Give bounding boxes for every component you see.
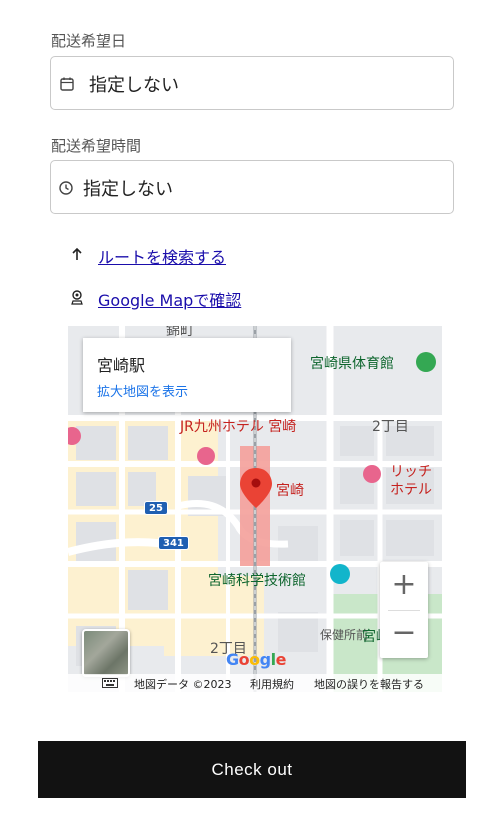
route-search-link[interactable]: ルートを検索する xyxy=(98,244,226,268)
zoom-in-button[interactable]: + xyxy=(380,562,428,610)
delivery-time-select[interactable]: 指定しない xyxy=(50,160,454,214)
google-logo: Google xyxy=(226,650,286,669)
delivery-time-label: 配送希望時間 xyxy=(51,137,142,155)
delivery-date-label: 配送希望日 xyxy=(51,32,127,50)
place-title: 宮崎駅 xyxy=(97,356,146,375)
map-attribution-bar: 地図データ ©2023 利用規約 地図の誤りを報告する xyxy=(68,674,442,692)
route-25-badge: 25 xyxy=(144,501,168,515)
embedded-map[interactable]: 25 341 錦町 宮崎県体育館 JR九州ホテル 宮崎 2丁目 リッチ ホテル … xyxy=(68,326,442,692)
zoom-out-button[interactable]: − xyxy=(380,610,428,658)
enlarge-map-link[interactable]: 拡大地図を表示 xyxy=(97,381,188,400)
map-terms-link[interactable]: 利用規約 xyxy=(250,676,294,692)
map-label-hotel: JR九州ホテル 宮崎 xyxy=(180,419,297,435)
calendar-icon xyxy=(60,77,74,91)
delivery-date-select[interactable]: 指定しない xyxy=(50,56,454,110)
map-label-hotel2-line1: リッチ xyxy=(390,464,432,480)
map-label-gym: 宮崎県体育館 xyxy=(310,356,394,372)
map-data-credit: 地図データ ©2023 xyxy=(134,678,232,691)
map-label-hoken: 保健所前 xyxy=(320,628,369,642)
checkout-button[interactable]: Check out xyxy=(38,741,466,798)
map-report-link[interactable]: 地図の誤りを報告する xyxy=(314,676,424,692)
map-label-museum: 宮崎科学技術館 xyxy=(208,573,306,589)
satellite-toggle-button[interactable] xyxy=(82,629,130,677)
map-label-hotel2-line2: ホテル xyxy=(390,482,432,498)
zoom-control: + − xyxy=(380,562,428,658)
arrow-up-icon xyxy=(72,247,82,260)
clock-icon xyxy=(59,181,73,195)
route-341-badge: 341 xyxy=(158,536,189,550)
place-card: 宮崎駅 拡大地図を表示 xyxy=(83,338,291,412)
map-label-station: 宮崎 xyxy=(276,483,304,499)
google-map-link[interactable]: Google Mapで確認 xyxy=(98,287,241,311)
delivery-time-value: 指定しない xyxy=(83,179,173,200)
map-pin-icon xyxy=(71,290,83,305)
delivery-date-value: 指定しない xyxy=(89,75,179,96)
keyboard-icon[interactable] xyxy=(102,678,118,688)
map-label-2chome-top: 2丁目 xyxy=(372,419,409,435)
